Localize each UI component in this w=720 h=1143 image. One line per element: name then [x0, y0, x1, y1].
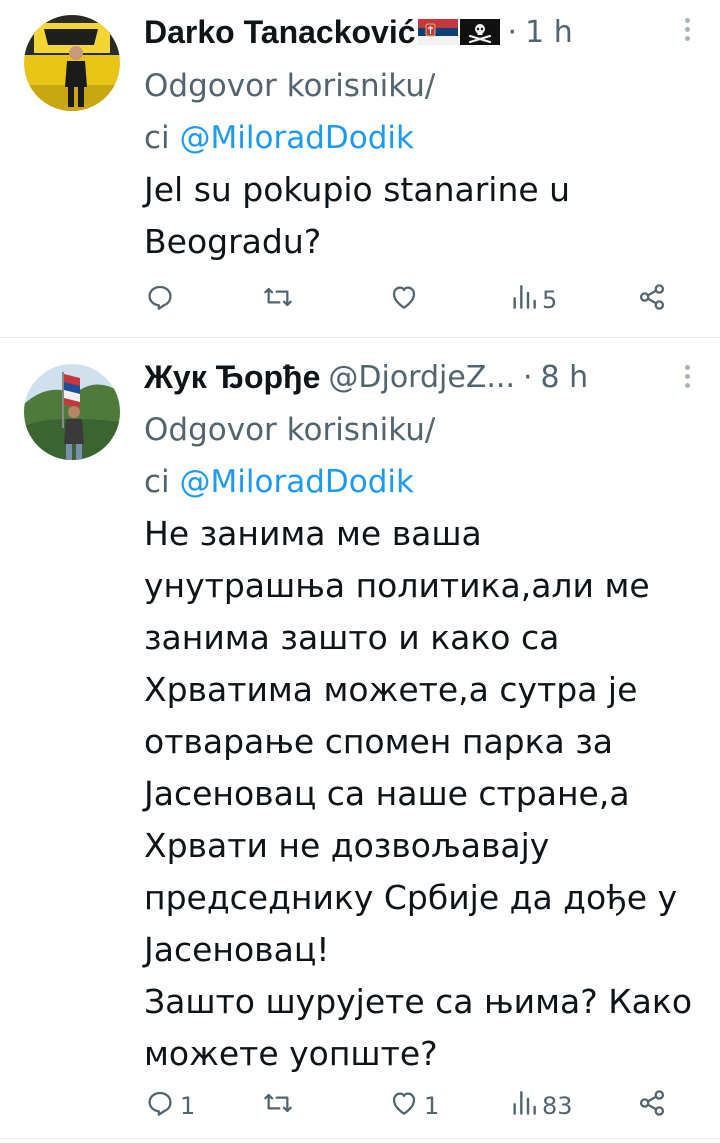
share-button[interactable] — [636, 280, 668, 320]
display-name[interactable]: Жук Ђорђе — [144, 359, 320, 396]
more-icon[interactable] — [682, 365, 692, 395]
like-icon — [388, 1087, 420, 1125]
share-icon — [636, 1087, 668, 1125]
views-button[interactable]: 83 — [510, 1086, 573, 1126]
timestamp[interactable]: 8 h — [541, 360, 589, 395]
views-count: 5 — [542, 286, 558, 314]
retweet-button[interactable] — [262, 1086, 298, 1126]
tweet-text: Jel su pokupio stanarine u Beogradu? — [144, 170, 571, 261]
more-icon[interactable] — [682, 18, 692, 48]
like-button[interactable] — [388, 280, 424, 320]
reply-prefix: Odgovor korisniku/ — [144, 412, 436, 448]
tweet-text: Не занима ме ваша унутрашња политика,али… — [144, 514, 693, 1073]
avatar[interactable] — [24, 364, 120, 460]
retweet-icon — [262, 1087, 294, 1125]
reply-count: 1 — [180, 1092, 196, 1120]
like-icon — [388, 281, 420, 319]
reply-mention-link[interactable]: @MiloradDodik — [180, 120, 414, 156]
views-count: 83 — [542, 1092, 573, 1120]
like-count: 1 — [424, 1092, 440, 1120]
serbia-flag-icon — [417, 19, 458, 45]
retweet-button[interactable] — [262, 280, 298, 320]
reply-context: Odgovor korisniku/ ci @MiloradDodik — [144, 404, 696, 508]
tweet-header: Darko Tanacković · 1 h — [144, 10, 690, 54]
share-button[interactable] — [636, 1086, 668, 1126]
reply-suffix: ci — [144, 120, 170, 156]
tweet-header: Жук Ђорђе @DjordjeZ... · 8 h — [144, 355, 690, 399]
reply-context: Odgovor korisniku/ ci @MiloradDodik — [144, 60, 696, 164]
tweet-1[interactable]: Darko Tanacković · 1 h Odgovor korisniku… — [0, 0, 720, 337]
like-button[interactable]: 1 — [388, 1086, 439, 1126]
share-icon — [636, 281, 668, 319]
timestamp[interactable]: 1 h — [525, 15, 573, 50]
action-bar: 5 — [144, 280, 696, 320]
pirate-flag-icon — [459, 19, 500, 45]
views-icon — [510, 281, 538, 319]
reply-mention-link[interactable]: @MiloradDodik — [180, 464, 414, 500]
reply-button[interactable]: 1 — [144, 1086, 195, 1126]
reply-button[interactable] — [144, 280, 180, 320]
separator-dot: · — [507, 14, 518, 50]
reply-prefix: Odgovor korisniku/ — [144, 68, 436, 104]
action-bar: 1 1 83 — [144, 1086, 696, 1126]
retweet-icon — [262, 281, 294, 319]
reply-suffix: ci — [144, 464, 170, 500]
display-name[interactable]: Darko Tanacković — [144, 14, 416, 51]
user-handle[interactable]: @DjordjeZ... — [328, 360, 515, 395]
views-button[interactable]: 5 — [510, 280, 557, 320]
divider — [0, 1138, 720, 1139]
tweet-2[interactable]: Жук Ђорђе @DjordjeZ... · 8 h Odgovor kor… — [0, 337, 720, 1143]
reply-icon — [144, 1087, 176, 1125]
views-icon — [510, 1087, 538, 1125]
avatar[interactable] — [24, 15, 120, 111]
reply-icon — [144, 281, 176, 319]
separator-dot: · — [522, 359, 533, 395]
